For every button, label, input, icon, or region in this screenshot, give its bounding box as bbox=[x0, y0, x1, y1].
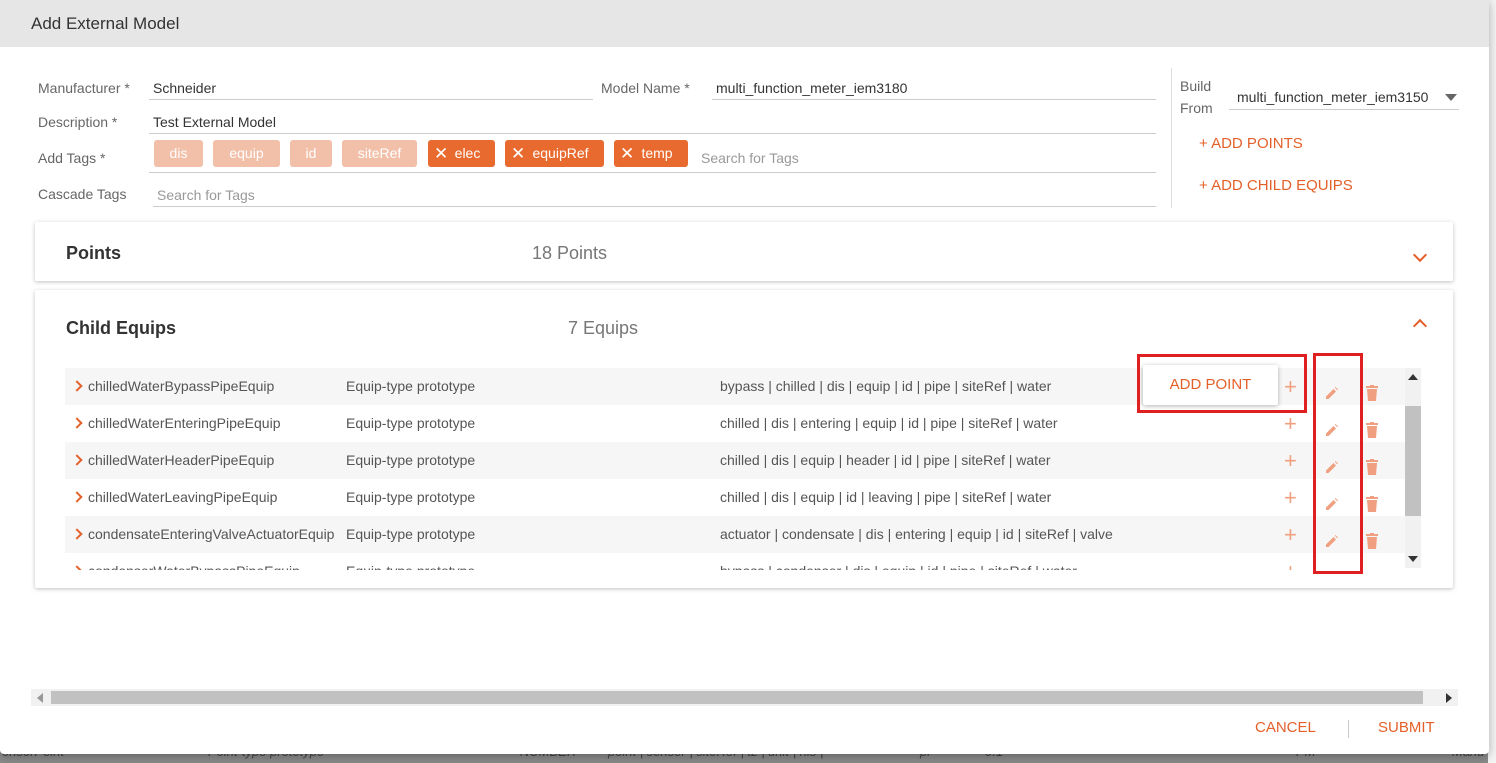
equip-name: chilledWaterEnteringPipeEquip bbox=[88, 415, 281, 431]
submit-button[interactable]: SUBMIT bbox=[1378, 719, 1435, 736]
close-icon[interactable]: ✕ bbox=[511, 140, 525, 167]
table-row[interactable]: condenserWaterBypassPipeEquip Equip-type … bbox=[65, 553, 1405, 570]
close-icon[interactable]: ✕ bbox=[620, 140, 634, 167]
add-tags-label: Add Tags * bbox=[38, 150, 106, 166]
build-from-select[interactable]: multi_function_meter_iem3150 bbox=[1229, 84, 1459, 110]
dialog-header: Add External Model bbox=[0, 0, 1489, 47]
build-from-label: Build bbox=[1180, 78, 1212, 94]
description-label: Description * bbox=[38, 114, 118, 130]
equip-type: Equip-type prototype bbox=[346, 553, 475, 570]
equip-type: Equip-type prototype bbox=[346, 489, 476, 505]
dialog-title: Add External Model bbox=[31, 14, 180, 33]
tag-label: elec bbox=[454, 145, 481, 161]
equip-type: Equip-type prototype bbox=[346, 526, 476, 542]
tag-chip: siteRef bbox=[342, 140, 417, 167]
equip-type: Equip-type prototype bbox=[346, 452, 476, 468]
highlight-box bbox=[1137, 354, 1307, 413]
child-equips-count: 7 Equips bbox=[568, 318, 639, 338]
chevron-down-icon[interactable] bbox=[1412, 247, 1428, 263]
scroll-thumb[interactable] bbox=[1405, 406, 1421, 516]
equip-name: condensateEnteringValveActuatorEquip bbox=[88, 526, 335, 542]
child-equips-panel-title: Child Equips bbox=[66, 318, 176, 338]
points-panel[interactable]: Points 18 Points bbox=[35, 222, 1453, 281]
model-name-input[interactable]: multi_function_meter_iem3180 bbox=[712, 76, 1156, 100]
highlight-box bbox=[1313, 353, 1363, 574]
plus-icon[interactable]: + bbox=[1284, 442, 1297, 479]
scroll-down-arrow[interactable] bbox=[1408, 556, 1418, 562]
build-from-value: multi_function_meter_iem3150 bbox=[1237, 89, 1429, 105]
equip-tags: chilled | dis | equip | header | id | pi… bbox=[720, 452, 1051, 468]
child-equips-panel: Child Equips 7 Equips chilledWaterBypass… bbox=[35, 290, 1453, 588]
plus-icon[interactable]: + bbox=[1284, 553, 1297, 570]
divider bbox=[1171, 68, 1172, 208]
table-row[interactable]: chilledWaterLeavingPipeEquip Equip-type p… bbox=[65, 479, 1405, 516]
equip-type: Equip-type prototype bbox=[346, 378, 476, 394]
scroll-right-arrow[interactable] bbox=[1446, 693, 1452, 703]
tag-chip-removable[interactable]: ✕ equipRef bbox=[505, 140, 604, 167]
caret-down-icon bbox=[1445, 94, 1457, 101]
tag-chip: equip bbox=[213, 140, 280, 167]
equip-tags: actuator | condensate | dis | entering |… bbox=[720, 526, 1113, 542]
scroll-left-arrow[interactable] bbox=[37, 693, 43, 703]
plus-icon[interactable]: + bbox=[1284, 479, 1297, 516]
chevron-right-icon[interactable] bbox=[71, 380, 83, 392]
equip-tags: chilled | dis | entering | equip | id | … bbox=[720, 415, 1058, 431]
tag-label: temp bbox=[641, 145, 673, 161]
tag-chip-removable[interactable]: ✕ temp bbox=[614, 140, 688, 167]
cascade-tags-label: Cascade Tags bbox=[38, 186, 127, 202]
cancel-button[interactable]: CANCEL bbox=[1255, 719, 1316, 736]
points-count: 18 Points bbox=[532, 243, 608, 263]
equip-name: chilledWaterBypassPipeEquip bbox=[88, 378, 275, 394]
chevron-right-icon[interactable] bbox=[71, 565, 83, 570]
cascade-tags-input[interactable]: Search for Tags bbox=[153, 183, 1156, 207]
manufacturer-input[interactable]: Schneider bbox=[149, 76, 593, 100]
scroll-thumb[interactable] bbox=[51, 691, 1423, 704]
table-vertical-scrollbar[interactable] bbox=[1405, 368, 1421, 568]
chevron-right-icon[interactable] bbox=[71, 528, 83, 540]
tag-chip: dis bbox=[154, 140, 203, 167]
equip-name: condenserWaterBypassPipeEquip bbox=[88, 553, 300, 570]
trash-icon[interactable] bbox=[1365, 563, 1379, 570]
tag-search-input[interactable]: Search for Tags bbox=[701, 150, 799, 166]
add-external-model-dialog: Add External Model Manufacturer * Schnei… bbox=[0, 0, 1489, 754]
horizontal-scrollbar[interactable] bbox=[31, 689, 1458, 706]
chevron-right-icon[interactable] bbox=[71, 417, 83, 429]
tag-chip-removable[interactable]: ✕ elec bbox=[428, 140, 495, 167]
table-row[interactable]: chilledWaterHeaderPipeEquip Equip-type pr… bbox=[65, 442, 1405, 479]
chevron-right-icon[interactable] bbox=[71, 491, 83, 503]
equip-name: chilledWaterHeaderPipeEquip bbox=[88, 452, 275, 468]
equip-tags: bypass | chilled | dis | equip | id | pi… bbox=[720, 378, 1052, 394]
scroll-up-arrow[interactable] bbox=[1408, 374, 1418, 380]
plus-icon[interactable]: + bbox=[1284, 516, 1297, 553]
equip-type: Equip-type prototype bbox=[346, 415, 476, 431]
equip-name: chilledWaterLeavingPipeEquip bbox=[88, 489, 278, 505]
footer-divider bbox=[1348, 720, 1349, 738]
model-name-label: Model Name * bbox=[601, 80, 690, 96]
tag-chip: id bbox=[290, 140, 332, 167]
add-points-button[interactable]: + ADD POINTS bbox=[1199, 135, 1303, 152]
manufacturer-label: Manufacturer * bbox=[38, 80, 130, 96]
chevron-right-icon[interactable] bbox=[71, 454, 83, 466]
add-child-equips-button[interactable]: + ADD CHILD EQUIPS bbox=[1199, 177, 1353, 194]
close-icon[interactable]: ✕ bbox=[434, 140, 448, 167]
equip-tags: bypass | condenser | dis | equip | id | … bbox=[720, 553, 1077, 570]
build-from-label: From bbox=[1180, 100, 1213, 116]
chevron-up-icon[interactable] bbox=[1412, 318, 1428, 334]
tag-label: equipRef bbox=[532, 145, 589, 161]
table-row[interactable]: condensateEnteringValveActuatorEquip Equi… bbox=[65, 516, 1405, 553]
equip-tags: chilled | dis | equip | id | leaving | p… bbox=[720, 489, 1052, 505]
background-page-edge bbox=[1488, 0, 1496, 763]
points-panel-title: Points bbox=[66, 243, 122, 263]
description-input[interactable]: Test External Model bbox=[149, 110, 1156, 134]
